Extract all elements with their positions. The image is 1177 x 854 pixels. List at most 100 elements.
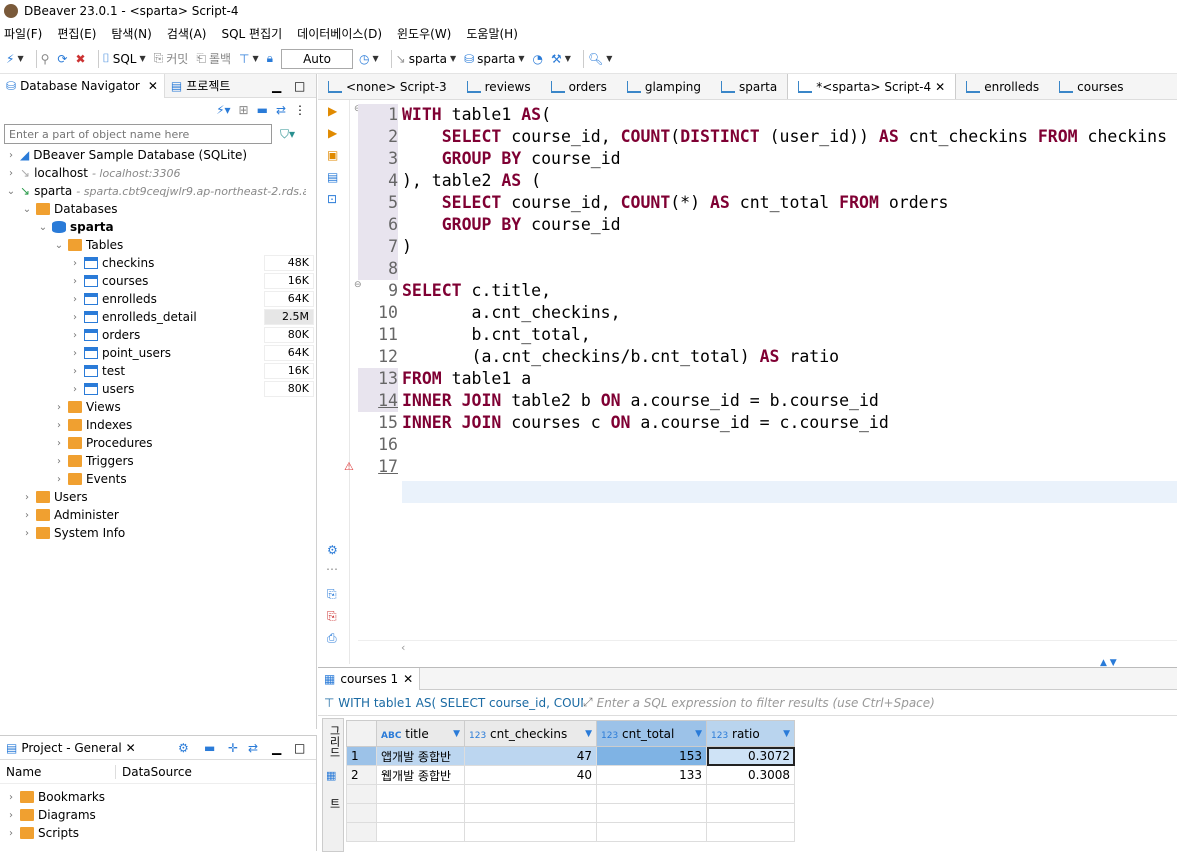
transaction-mode-field[interactable]: Auto (281, 48, 354, 69)
tree-item-table[interactable]: › checkins (70, 254, 154, 272)
tab-courses[interactable]: courses (1049, 74, 1133, 99)
close-icon[interactable]: ✕ (148, 79, 158, 93)
cell-title[interactable]: 웹개발 종합반 (376, 765, 465, 785)
link-with-editor-icon[interactable]: ⇄ (276, 103, 286, 117)
active-schema-selector[interactable]: ⛁ sparta ▼ (464, 52, 524, 66)
new-script-icon[interactable]: ⎘ (327, 587, 337, 602)
tree-item-indexes[interactable]: › Indexes (54, 416, 132, 434)
tab-enrolleds[interactable]: enrolleds (956, 74, 1049, 99)
cell-cnt-checkins[interactable]: 47 (464, 746, 597, 766)
tab-results-courses-1[interactable]: ▦ courses 1 ✕ (318, 667, 421, 690)
link-with-editor-icon[interactable]: ⇄ (248, 741, 258, 755)
minimize-icon[interactable]: ▁ (272, 741, 281, 755)
maximize-icon[interactable]: □ (294, 741, 305, 755)
close-icon[interactable]: ✕ (935, 80, 945, 94)
execute-in-new-tab-icon[interactable]: ▶ (328, 126, 337, 140)
reconnect-button[interactable]: ⟳ (57, 52, 67, 66)
row-number[interactable]: 1 (346, 746, 377, 766)
new-folder-icon[interactable]: ⊞ (239, 103, 249, 117)
tab-glamping[interactable]: glamping (617, 74, 711, 99)
menu-edit[interactable]: 편집(E) (57, 25, 96, 42)
column-header-cnt-total[interactable]: 123 cnt_total ▼ (596, 720, 707, 747)
transaction-mode-button[interactable]: ⊤ ▼ (239, 52, 259, 66)
sql-editor-button[interactable]: ⌷ SQL ▼ (103, 51, 146, 66)
table-row[interactable]: 2 웹개발 종합반 40 133 0.3008 (346, 765, 795, 785)
export-script-icon[interactable]: ⎙ (327, 631, 337, 646)
close-icon[interactable]: ✕ (403, 672, 413, 686)
tree-item-table[interactable]: › enrolleds_detail (70, 308, 197, 326)
tree-item-tables[interactable]: ⌄ Tables (54, 236, 124, 254)
collapse-all-icon[interactable]: ▬ (204, 741, 215, 755)
tree-item-views[interactable]: › Views (54, 398, 121, 416)
grid-icon[interactable]: ▦ (323, 769, 343, 782)
query-text-chip[interactable]: ⊤ WITH table1 AS( SELECT course_id, COUN… (318, 696, 583, 710)
column-header-title[interactable]: ABC title ▼ (376, 720, 465, 747)
tab-script-3[interactable]: <none> Script-3 (318, 74, 457, 99)
close-icon[interactable]: ✕ (126, 741, 136, 755)
cell-ratio[interactable]: 0.3072 (706, 746, 795, 766)
menu-database[interactable]: 데이터베이스(D) (297, 25, 382, 42)
menu-window[interactable]: 윈도우(W) (397, 25, 451, 42)
tools-button[interactable]: ⚒ ▼ (551, 52, 571, 66)
tree-item-localhost[interactable]: › ↘ localhost - localhost:3306 (6, 164, 180, 182)
gear-icon[interactable]: ⚙ (327, 543, 338, 557)
tree-item-procedures[interactable]: › Procedures (54, 434, 153, 452)
add-icon[interactable]: ✛ (228, 741, 238, 755)
lock-button[interactable]: 🔒︎ (267, 51, 273, 66)
scroll-left-icon[interactable]: ‹ (401, 641, 405, 654)
new-connection-icon[interactable]: ⚡▾ (216, 103, 230, 117)
tab-database-navigator[interactable]: ⛁ Database Navigator ✕ (0, 73, 165, 98)
row-number[interactable]: 2 (346, 765, 377, 785)
tree-item-events[interactable]: › Events (54, 470, 127, 488)
sort-arrow-icon[interactable]: ▼ (783, 729, 790, 739)
project-item-bookmarks[interactable]: › Bookmarks (6, 788, 105, 806)
tree-item-table[interactable]: › users (70, 380, 134, 398)
tab-orders[interactable]: orders (541, 74, 617, 99)
menu-file[interactable]: 파일(F) (4, 25, 42, 42)
column-header-ratio[interactable]: 123 ratio ▼ (706, 720, 795, 747)
tree-item-administer[interactable]: › Administer (22, 506, 119, 524)
rollback-button[interactable]: ⎗ 롤백 (196, 50, 231, 67)
sort-arrow-icon[interactable]: ▼ (695, 729, 702, 739)
tab-reviews[interactable]: reviews (457, 74, 541, 99)
search-button[interactable]: 🔍︎ ▼ (588, 52, 612, 66)
code-editor[interactable]: ⊖ ⊖ ⚠ 1 2 3 4 5 6 7 8 9 10 11 12 13 14 1… (344, 100, 1177, 640)
tree-item-triggers[interactable]: › Triggers (54, 452, 134, 470)
results-filter-input[interactable]: Enter a SQL expression to filter results… (593, 696, 935, 710)
collapse-all-icon[interactable]: ▬ (257, 103, 268, 117)
tree-item-sample-db[interactable]: › ◢ DBeaver Sample Database (SQLite) (6, 146, 247, 164)
tab-project-general[interactable]: ▤ Project - General ✕ (0, 736, 142, 760)
tree-item-databases[interactable]: ⌄ Databases (22, 200, 118, 218)
maximize-icon[interactable]: □ (294, 79, 305, 93)
disconnect-button[interactable]: ✖ (75, 52, 85, 66)
menu-help[interactable]: 도움말(H) (466, 25, 518, 42)
connect-button[interactable]: ⚲ (41, 52, 50, 66)
tree-item-users[interactable]: › Users (22, 488, 88, 506)
menu-search[interactable]: 검색(A) (167, 25, 207, 42)
delete-script-icon[interactable]: ⎘ (327, 609, 337, 624)
editor-horizontal-scrollbar[interactable]: ‹ (358, 640, 1177, 658)
active-datasource-selector[interactable]: ↘ sparta ▼ (396, 52, 456, 66)
grid-view-tab[interactable]: 그리드 (323, 719, 345, 769)
tree-item-table[interactable]: › test (70, 362, 125, 380)
dashboard-button[interactable]: ◔ (533, 52, 543, 66)
tree-item-sparta-connection[interactable]: ⌄ ↘ sparta - sparta.cbt9ceqjwlr9.ap-northea… (6, 182, 306, 200)
filter-icon[interactable]: ⛉▾ (280, 127, 295, 142)
menu-navigate[interactable]: 탐색(N) (111, 25, 151, 42)
cell-ratio[interactable]: 0.3008 (706, 765, 795, 785)
cell-cnt-checkins[interactable]: 40 (464, 765, 597, 785)
new-connection-button[interactable]: ⚡ ▼ (6, 52, 24, 66)
navigator-filter-input[interactable] (4, 124, 272, 144)
menu-sql-editor[interactable]: SQL 편집기 (221, 25, 282, 42)
explain-plan-icon[interactable]: ▤ (327, 170, 338, 184)
cell-cnt-total[interactable]: 133 (596, 765, 707, 785)
output-console-icon[interactable]: ⊡ (327, 192, 337, 206)
cell-title[interactable]: 앱개발 종합반 (376, 746, 465, 766)
execute-statement-icon[interactable]: ▶ (328, 104, 337, 118)
sort-arrow-icon[interactable]: ▼ (453, 729, 460, 739)
more-icon[interactable]: ⋯ (326, 562, 338, 576)
transaction-log-button[interactable]: ◷ ▼ (359, 52, 379, 66)
project-item-diagrams[interactable]: › Diagrams (6, 806, 96, 824)
view-menu-icon[interactable]: ⋮ (294, 103, 306, 117)
commit-button[interactable]: ⎘ 커밋 (154, 50, 189, 67)
